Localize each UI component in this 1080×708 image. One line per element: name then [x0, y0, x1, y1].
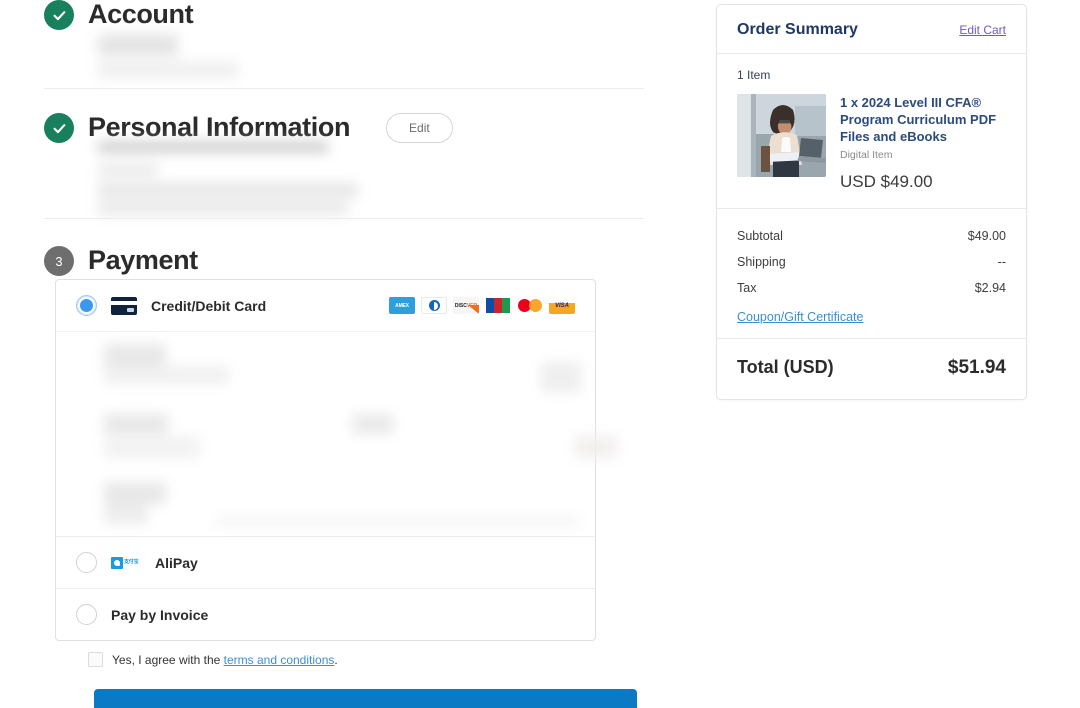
order-item-thumbnail	[737, 94, 826, 177]
step-number-badge: 3	[44, 246, 74, 276]
amex-icon: AMEX	[389, 297, 415, 314]
order-summary-total-row: Total (USD) $51.94	[717, 339, 1026, 399]
summary-label-tax: Tax	[737, 281, 756, 295]
jcb-icon	[485, 297, 511, 314]
accepted-card-brands: AMEX DISCVER VISA	[389, 297, 575, 314]
summary-value-subtotal: $49.00	[968, 229, 1006, 243]
order-item-price: USD $49.00	[840, 172, 1006, 192]
payment-method-credit-debit-card[interactable]: Credit/Debit Card AMEX DISCVER VISA	[56, 280, 595, 331]
alipay-icon: 支付宝	[111, 554, 141, 571]
summary-value-shipping: --	[998, 255, 1006, 269]
alipay-icon-text: 支付宝	[124, 560, 138, 566]
mastercard-icon	[517, 297, 543, 314]
account-details-redacted	[98, 30, 298, 82]
coupon-gift-certificate-link[interactable]: Coupon/Gift Certificate	[737, 301, 863, 324]
terms-text-after: .	[334, 653, 337, 667]
total-value: $51.94	[948, 357, 1006, 379]
checkout-step-account[interactable]: Account	[44, 0, 193, 30]
order-item-name: 1 x 2024 Level III CFA® Program Curricul…	[840, 94, 1006, 145]
order-summary-items: 1 Item	[717, 54, 1026, 209]
edit-personal-information-button[interactable]: Edit	[386, 113, 453, 143]
order-summary-card: Order Summary Edit Cart 1 Item	[716, 4, 1027, 400]
order-item-row: 1 x 2024 Level III CFA® Program Curricul…	[737, 94, 1006, 192]
edit-cart-link[interactable]: Edit Cart	[959, 23, 1006, 37]
checkout-page: Account Personal Information Edit	[0, 0, 1080, 708]
summary-line-subtotal: Subtotal $49.00	[737, 223, 1006, 249]
payment-method-alipay[interactable]: 支付宝 AliPay	[56, 537, 595, 588]
terms-text-before: Yes, I agree with the	[112, 653, 224, 667]
radio-pay-by-invoice[interactable]	[76, 604, 97, 625]
discover-icon: DISCVER	[453, 297, 479, 314]
checkout-step-personal-information[interactable]: Personal Information Edit	[44, 113, 453, 143]
section-divider-account	[44, 88, 644, 89]
place-order-button[interactable]	[94, 689, 637, 708]
item-count-label: 1 Item	[737, 68, 1006, 82]
visa-icon: VISA	[549, 297, 575, 314]
section-divider-personal-information	[44, 218, 644, 219]
order-summary-lines: Subtotal $49.00 Shipping -- Tax $2.94 Co…	[717, 209, 1026, 339]
checkout-step-payment[interactable]: 3 Payment	[44, 246, 198, 276]
total-label: Total (USD)	[737, 357, 834, 378]
payment-method-label-card: Credit/Debit Card	[151, 298, 266, 314]
credit-card-icon	[111, 297, 137, 315]
check-icon	[44, 0, 74, 30]
step-title-account: Account	[88, 0, 193, 30]
order-item-type: Digital Item	[840, 149, 1006, 161]
summary-label-subtotal: Subtotal	[737, 229, 783, 243]
order-summary-header: Order Summary Edit Cart	[717, 5, 1026, 54]
order-summary-title: Order Summary	[737, 21, 858, 39]
payment-method-label-alipay: AliPay	[155, 555, 198, 571]
terms-and-conditions-link[interactable]: terms and conditions	[224, 653, 335, 667]
summary-line-shipping: Shipping --	[737, 249, 1006, 275]
diners-club-icon	[421, 297, 447, 314]
check-icon	[44, 113, 74, 143]
personal-information-redacted	[98, 141, 398, 207]
card-form-redacted[interactable]	[56, 331, 595, 536]
terms-checkbox[interactable]	[88, 652, 103, 667]
payment-method-label-invoice: Pay by Invoice	[111, 607, 208, 623]
radio-credit-debit-card[interactable]	[76, 295, 97, 316]
terms-text: Yes, I agree with the terms and conditio…	[112, 653, 338, 667]
step-title-personal-information: Personal Information	[88, 113, 350, 143]
payment-method-pay-by-invoice[interactable]: Pay by Invoice	[56, 588, 595, 640]
summary-line-tax: Tax $2.94	[737, 275, 1006, 301]
terms-agreement-row[interactable]: Yes, I agree with the terms and conditio…	[88, 652, 338, 667]
payment-methods-box: Credit/Debit Card AMEX DISCVER VISA	[55, 279, 596, 641]
step-title-payment: Payment	[88, 246, 198, 276]
summary-label-shipping: Shipping	[737, 255, 786, 269]
radio-alipay[interactable]	[76, 552, 97, 573]
summary-value-tax: $2.94	[975, 281, 1006, 295]
